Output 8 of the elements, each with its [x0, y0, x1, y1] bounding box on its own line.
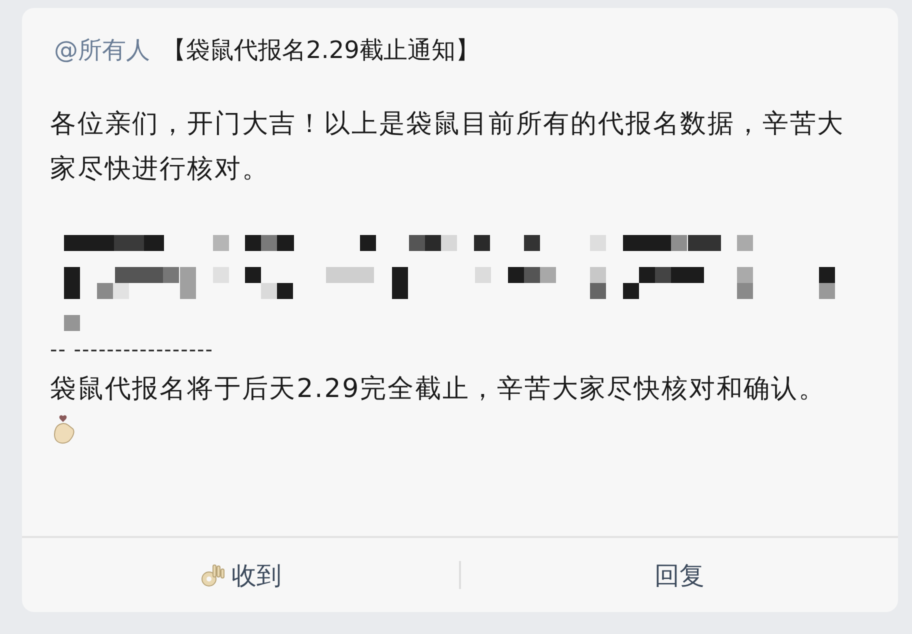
dashed-separator: -- ----------------- — [50, 337, 214, 361]
ok-hand-icon — [200, 562, 226, 588]
mention-link[interactable]: @所有人 — [54, 34, 150, 66]
reply-button[interactable]: 回复 — [461, 552, 898, 598]
acknowledge-button[interactable]: 收到 — [22, 552, 459, 598]
message-text: 袋鼠代报名将于后天2.29完全截止，辛苦大家尽快核对和确认。 — [50, 373, 827, 406]
message-text: 各位亲们，开门大吉！以上是袋鼠目前所有的代报名数据，辛苦大家尽快进行核对。 — [50, 108, 846, 186]
notice-title: 【袋鼠代报名2.29截止通知】 — [162, 35, 480, 66]
